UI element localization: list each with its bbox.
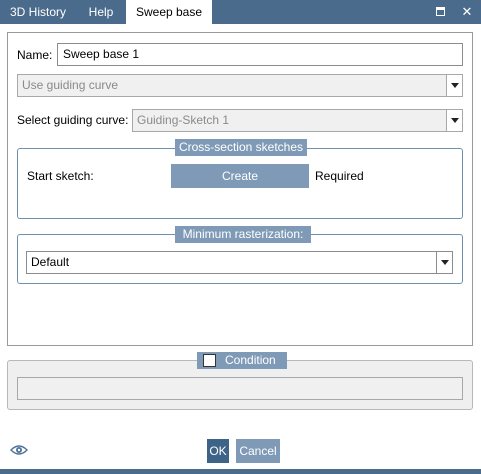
ok-button[interactable]: OK [207, 439, 229, 463]
name-label: Name: [17, 48, 53, 62]
condition-checkbox[interactable] [203, 354, 216, 367]
rasterization-title: Minimum rasterization: [175, 226, 311, 243]
bottom-border [0, 469, 481, 474]
guiding-curve-value: Guiding-Sketch 1 [137, 113, 230, 127]
close-icon[interactable]: ✕ [455, 0, 479, 24]
create-button[interactable]: Create [171, 164, 309, 188]
mode-select-value: Use guiding curve [22, 78, 119, 92]
mode-select[interactable]: Use guiding curve [17, 74, 463, 97]
rasterization-value: Default [31, 255, 70, 269]
cross-section-title: Cross-section sketches [175, 139, 307, 156]
rasterization-select[interactable]: Default [26, 251, 453, 274]
chevron-down-icon[interactable] [446, 75, 462, 96]
cancel-button[interactable]: Cancel [236, 439, 280, 463]
tab-help[interactable]: Help [76, 0, 126, 24]
condition-label: Condition [225, 353, 276, 367]
condition-header: Condition [197, 352, 287, 369]
start-sketch-label: Start sketch: [27, 169, 94, 183]
tab-sweep-base[interactable]: Sweep base [126, 0, 212, 24]
chevron-down-icon[interactable] [446, 110, 462, 131]
eye-icon[interactable] [10, 443, 28, 457]
tab-bar: 3D History Help Sweep base ✕ [0, 0, 481, 24]
condition-input[interactable] [17, 377, 463, 400]
name-field[interactable]: Sweep base 1 [57, 43, 463, 66]
chevron-down-icon[interactable] [436, 252, 452, 273]
restore-icon[interactable] [428, 0, 452, 24]
tab-3d-history[interactable]: 3D History [0, 0, 76, 24]
required-status: Required [315, 169, 364, 183]
guiding-curve-select[interactable]: Guiding-Sketch 1 [132, 109, 463, 132]
guiding-curve-label: Select guiding curve: [17, 113, 129, 127]
